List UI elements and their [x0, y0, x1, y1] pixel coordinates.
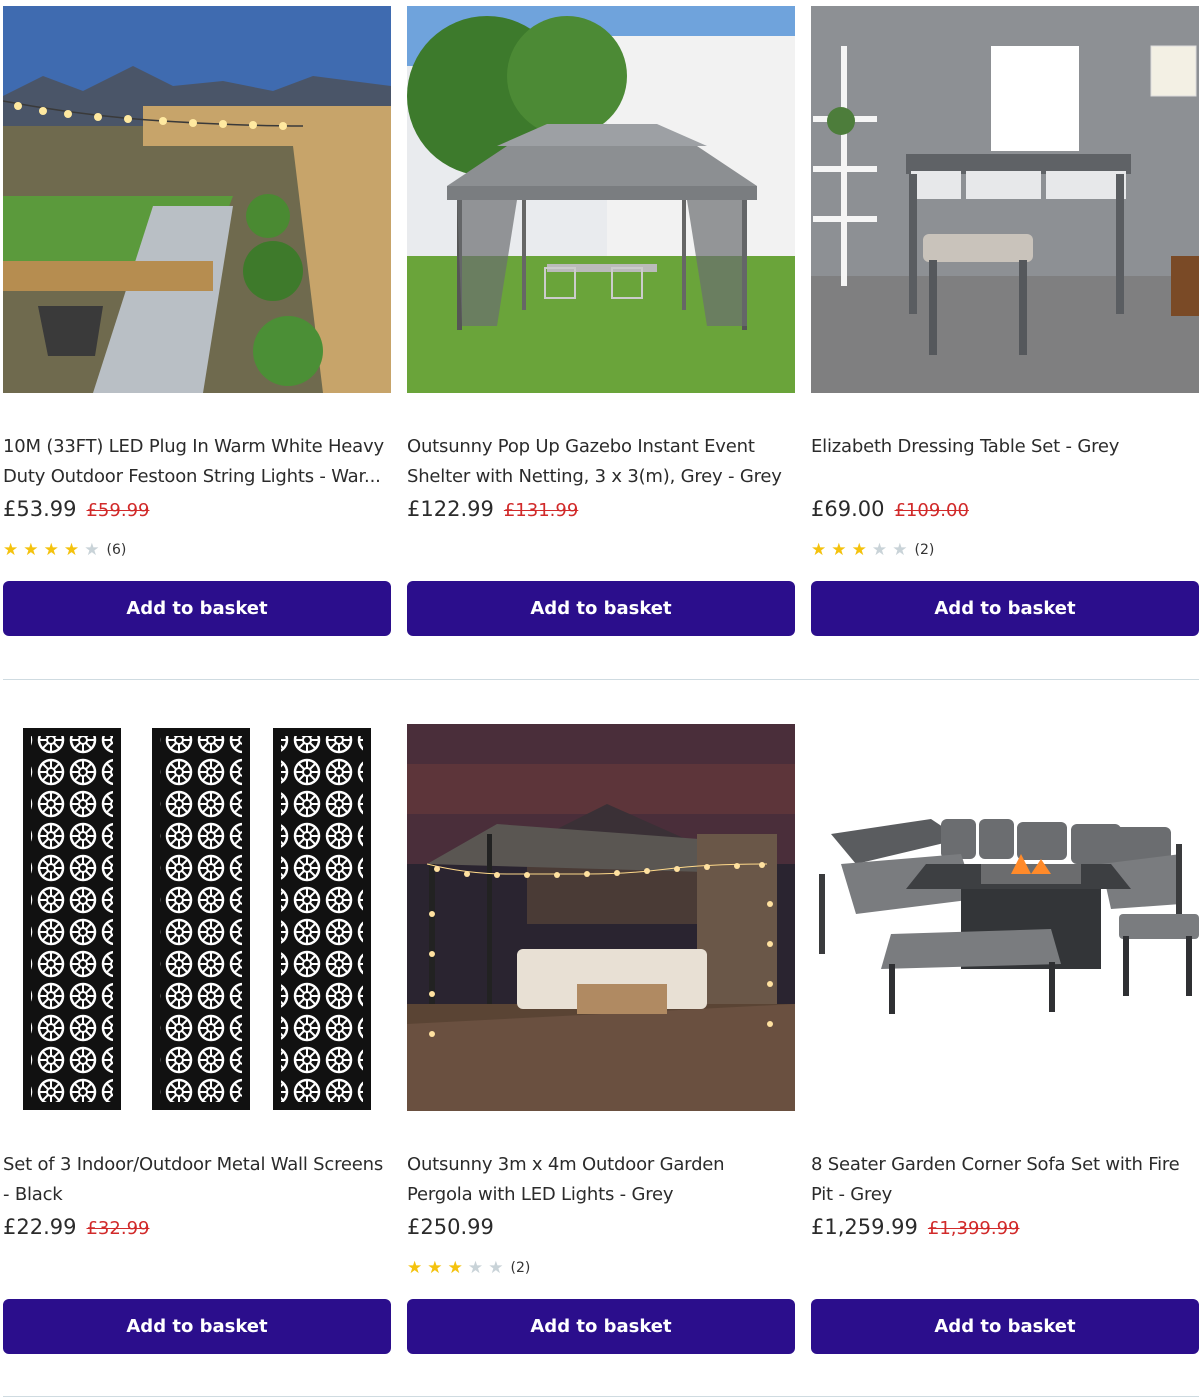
product-title[interactable]: Set of 3 Indoor/Outdoor Metal Wall Scree…: [3, 1150, 391, 1209]
star-empty-icon: ★: [488, 1258, 504, 1278]
product-card: Elizabeth Dressing Table Set - Grey £69.…: [811, 0, 1199, 640]
product-title[interactable]: 8 Seater Garden Corner Sofa Set with Fir…: [811, 1150, 1199, 1209]
product-image-dressing-table[interactable]: [811, 6, 1199, 393]
star-rating: ★ ★ ★ ★ ★ (2): [811, 540, 934, 560]
current-price: £250.99: [407, 1215, 494, 1239]
was-price: £32.99: [86, 1218, 150, 1239]
product-title[interactable]: 10M (33FT) LED Plug In Warm White Heavy …: [3, 432, 391, 491]
star-empty-icon: ★: [84, 540, 100, 560]
was-price: £109.00: [894, 500, 969, 521]
star-icon: ★: [43, 540, 59, 560]
star-icon: ★: [851, 540, 867, 560]
product-image-corner-sofa[interactable]: [811, 724, 1199, 1111]
current-price: £1,259.99: [811, 1215, 918, 1239]
was-price: £1,399.99: [927, 1218, 1020, 1239]
product-card: 10M (33FT) LED Plug In Warm White Heavy …: [3, 0, 391, 640]
product-title[interactable]: Elizabeth Dressing Table Set - Grey: [811, 432, 1199, 462]
star-icon: ★: [63, 540, 80, 560]
product-card: 8 Seater Garden Corner Sofa Set with Fir…: [811, 718, 1199, 1358]
star-icon: ★: [3, 540, 19, 560]
star-empty-icon: ★: [892, 540, 908, 560]
current-price: £53.99: [3, 497, 77, 521]
add-to-basket-button[interactable]: Add to basket: [3, 581, 391, 636]
product-image-gazebo[interactable]: [407, 6, 795, 393]
star-icon: ★: [427, 1258, 443, 1278]
star-icon: ★: [407, 1258, 423, 1278]
product-card: Set of 3 Indoor/Outdoor Metal Wall Scree…: [3, 718, 391, 1358]
add-to-basket-button[interactable]: Add to basket: [811, 1299, 1199, 1354]
price-line: £1,259.99 £1,399.99: [811, 1215, 1199, 1239]
row-divider: [3, 679, 1199, 680]
star-icon: ★: [811, 540, 827, 560]
star-empty-icon: ★: [871, 540, 888, 560]
star-rating: ★ ★ ★ ★ ★ (6): [3, 540, 126, 560]
add-to-basket-button[interactable]: Add to basket: [811, 581, 1199, 636]
star-icon: ★: [447, 1258, 463, 1278]
product-card: Outsunny 3m x 4m Outdoor Garden Pergola …: [407, 718, 795, 1358]
price-line: £22.99 £32.99: [3, 1215, 391, 1239]
product-title[interactable]: Outsunny Pop Up Gazebo Instant Event She…: [407, 432, 795, 491]
product-image-pergola[interactable]: [407, 724, 795, 1111]
product-title[interactable]: Outsunny 3m x 4m Outdoor Garden Pergola …: [407, 1150, 795, 1209]
star-empty-icon: ★: [467, 1258, 484, 1278]
add-to-basket-button[interactable]: Add to basket: [407, 1299, 795, 1354]
review-count: (6): [106, 542, 127, 558]
price-line: £122.99 £131.99: [407, 497, 795, 521]
current-price: £69.00: [811, 497, 885, 521]
row-divider: [3, 1396, 1199, 1397]
price-line: £53.99 £59.99: [3, 497, 391, 521]
current-price: £22.99: [3, 1215, 77, 1239]
star-icon: ★: [831, 540, 847, 560]
star-rating: ★ ★ ★ ★ ★ (2): [407, 1258, 530, 1278]
add-to-basket-button[interactable]: Add to basket: [407, 581, 795, 636]
current-price: £122.99: [407, 497, 494, 521]
price-line: £69.00 £109.00: [811, 497, 1199, 521]
was-price: £131.99: [503, 500, 579, 521]
add-to-basket-button[interactable]: Add to basket: [3, 1299, 391, 1354]
was-price: £59.99: [86, 500, 150, 521]
product-card: Outsunny Pop Up Gazebo Instant Event She…: [407, 0, 795, 640]
star-icon: ★: [23, 540, 39, 560]
review-count: (2): [914, 542, 935, 558]
product-image-festoon-lights[interactable]: [3, 6, 391, 393]
price-line: £250.99: [407, 1215, 795, 1239]
product-image-wall-screens[interactable]: [3, 724, 391, 1111]
review-count: (2): [510, 1260, 531, 1276]
